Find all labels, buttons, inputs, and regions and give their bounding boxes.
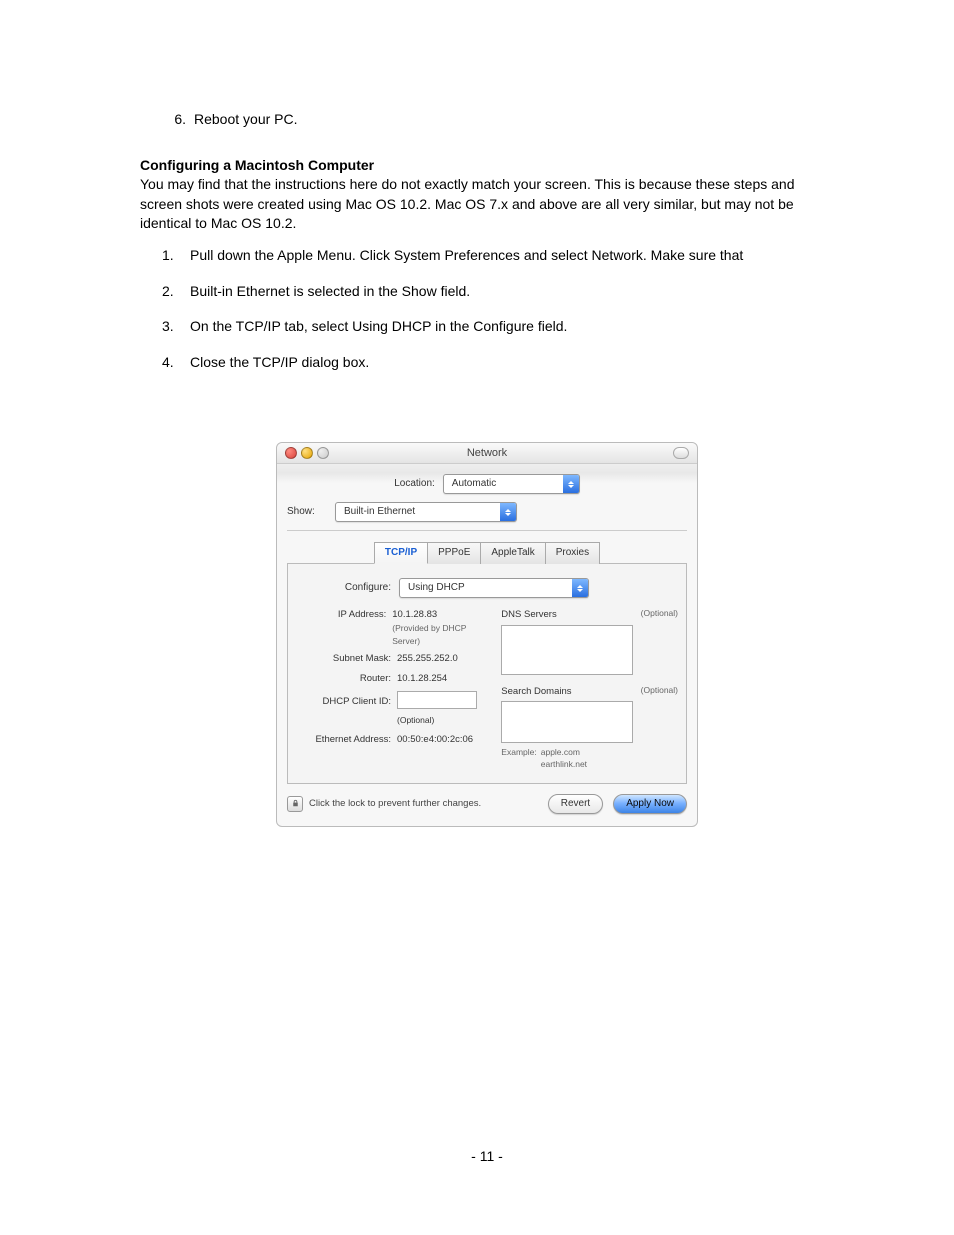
- step-1: Pull down the Apple Menu. Click System P…: [190, 246, 834, 266]
- tabs: TCP/IP PPPoE AppleTalk Proxies: [287, 541, 687, 564]
- lock-icon[interactable]: [287, 796, 303, 812]
- step-6-text: Reboot your PC.: [194, 111, 298, 127]
- chevron-updown-icon: [500, 503, 516, 521]
- titlebar: Network: [277, 443, 697, 464]
- step-4: Close the TCP/IP dialog box.: [190, 353, 834, 373]
- configure-select[interactable]: Using DHCP: [399, 578, 589, 598]
- dhcp-client-id-label: DHCP Client ID:: [296, 695, 397, 708]
- step-6: 6. Reboot your PC.: [140, 110, 834, 130]
- chevron-updown-icon: [572, 579, 588, 597]
- router-value: 10.1.28.254: [397, 672, 447, 685]
- search-domains-label: Search Domains: [501, 685, 571, 698]
- location-value: Automatic: [444, 477, 504, 491]
- show-select[interactable]: Built-in Ethernet: [335, 502, 517, 522]
- ip-value: 10.1.28.83: [392, 609, 437, 620]
- lock-text: Click the lock to prevent further change…: [309, 797, 481, 810]
- mask-label: Subnet Mask:: [296, 652, 397, 665]
- revert-button[interactable]: Revert: [548, 794, 603, 814]
- configure-label: Configure:: [296, 581, 399, 595]
- example-label: Example:: [501, 747, 536, 771]
- example-value-2: earthlink.net: [541, 759, 587, 769]
- tab-appletalk[interactable]: AppleTalk: [481, 542, 545, 564]
- section-heading: Configuring a Macintosh Computer: [140, 156, 834, 176]
- dns-servers-input[interactable]: [501, 625, 633, 675]
- window-title: Network: [277, 446, 697, 461]
- tab-tcpip[interactable]: TCP/IP: [374, 542, 428, 564]
- location-label: Location:: [394, 477, 443, 491]
- step-2: Built-in Ethernet is selected in the Sho…: [190, 282, 834, 302]
- ip-note: (Provided by DHCP Server): [392, 623, 466, 646]
- ethernet-label: Ethernet Address:: [296, 733, 397, 746]
- macos-network-window: Network Location: Automatic Show: Built-…: [276, 442, 698, 826]
- ip-label: IP Address:: [296, 608, 392, 621]
- dhcp-client-id-input[interactable]: [397, 691, 477, 709]
- ethernet-value: 00:50:e4:00:2c:06: [397, 733, 473, 746]
- step-3: On the TCP/IP tab, select Using DHCP in …: [190, 317, 834, 337]
- step-6-number: 6.: [166, 110, 186, 130]
- show-value: Built-in Ethernet: [336, 505, 423, 519]
- configure-value: Using DHCP: [400, 581, 473, 595]
- steps-list: Pull down the Apple Menu. Click System P…: [140, 246, 834, 372]
- tab-pppoe[interactable]: PPPoE: [428, 542, 481, 564]
- dhcp-note: (Optional): [397, 715, 434, 727]
- mask-value: 255.255.252.0: [397, 652, 458, 665]
- apply-now-button[interactable]: Apply Now: [613, 794, 687, 814]
- search-optional: (Optional): [641, 685, 678, 698]
- tcpip-panel: Configure: Using DHCP IP Address: 10.1.2…: [287, 564, 687, 783]
- dns-label: DNS Servers: [501, 608, 556, 621]
- example-value-1: apple.com: [541, 747, 580, 757]
- dns-optional: (Optional): [641, 608, 678, 621]
- tab-proxies[interactable]: Proxies: [546, 542, 600, 564]
- chevron-updown-icon: [563, 475, 579, 493]
- toolbar-pill-icon[interactable]: [673, 447, 689, 459]
- page-number: - 11 -: [140, 1147, 834, 1167]
- intro-paragraph: You may find that the instructions here …: [140, 175, 834, 234]
- search-domains-input[interactable]: [501, 701, 633, 743]
- router-label: Router:: [296, 672, 397, 685]
- show-label: Show:: [287, 505, 335, 519]
- location-select[interactable]: Automatic: [443, 474, 580, 494]
